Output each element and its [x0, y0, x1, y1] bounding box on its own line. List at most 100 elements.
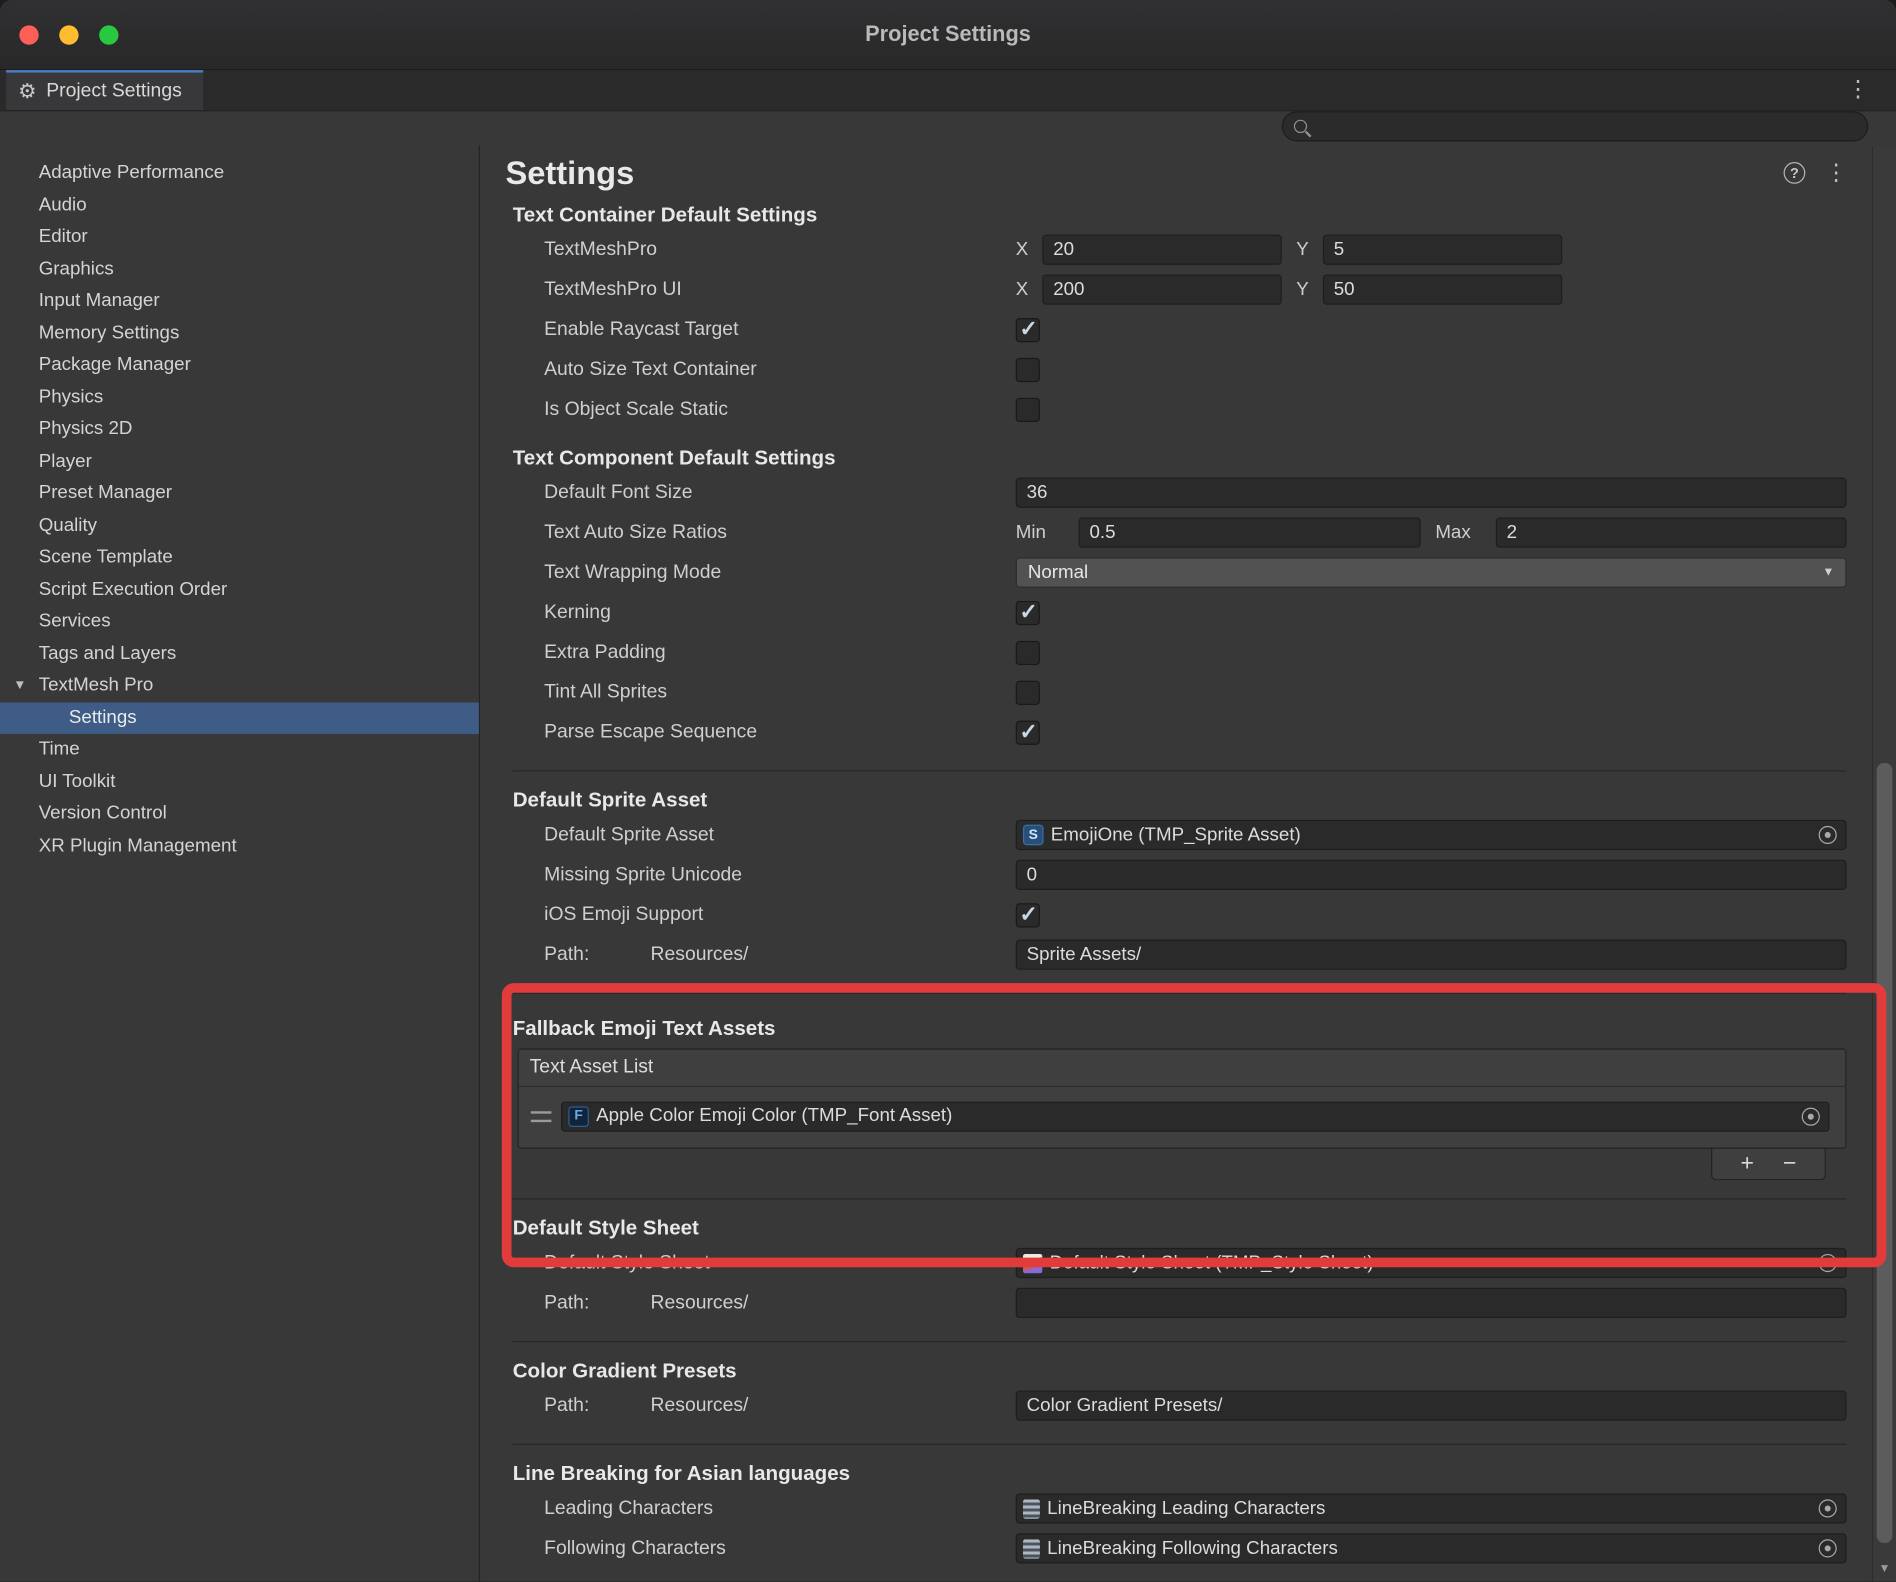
sidebar-item-graphics[interactable]: Graphics	[0, 253, 479, 285]
drag-handle-icon[interactable]	[531, 1111, 552, 1122]
sidebar-item-label: Input Manager	[39, 291, 160, 313]
auto-size-checkbox[interactable]	[1016, 357, 1040, 381]
leading-characters-object-field[interactable]: LineBreaking Leading Characters	[1016, 1493, 1847, 1523]
object-picker-icon[interactable]	[1819, 1254, 1837, 1272]
sidebar-item-ui-toolkit[interactable]: UI Toolkit	[0, 766, 479, 798]
section-header-text-container: Text Container Default Settings	[513, 201, 1847, 230]
sidebar-item-physics[interactable]: Physics	[0, 382, 479, 414]
y-value-field[interactable]: 5	[1323, 235, 1562, 265]
setting-row-text-auto-size-ratios: Text Auto Size Ratios Min 0.5 Max 2	[513, 513, 1847, 553]
gradient-path-field[interactable]: Color Gradient Presets/	[1016, 1391, 1847, 1421]
setting-label: Parse Escape Sequence	[544, 721, 757, 743]
missing-sprite-unicode-field[interactable]: 0	[1016, 860, 1847, 890]
scroll-down-icon[interactable]: ▼	[1873, 1562, 1896, 1575]
tab-project-settings[interactable]: ⚙ Project Settings	[6, 70, 203, 110]
parse-escape-checkbox[interactable]	[1016, 720, 1040, 744]
setting-label: Is Object Scale Static	[544, 398, 728, 420]
remove-item-button[interactable]: −	[1783, 1152, 1796, 1175]
sidebar-item-audio[interactable]: Audio	[0, 189, 479, 221]
enable-raycast-checkbox[interactable]	[1016, 317, 1040, 341]
setting-row-style-path: Path: Resources/	[513, 1283, 1847, 1323]
sidebar-item-memory-settings[interactable]: Memory Settings	[0, 317, 479, 349]
setting-row-missing-sprite-unicode: Missing Sprite Unicode 0	[513, 855, 1847, 895]
sidebar-item-services[interactable]: Services	[0, 606, 479, 638]
help-icon[interactable]: ?	[1784, 162, 1806, 184]
default-font-size-field[interactable]: 36	[1016, 478, 1847, 508]
style-path-field[interactable]	[1016, 1288, 1847, 1318]
object-value: LineBreaking Following Characters	[1047, 1537, 1338, 1559]
setting-label: Auto Size Text Container	[544, 359, 757, 381]
sidebar-item-settings[interactable]: Settings	[0, 702, 479, 734]
x-axis-label: X	[1016, 279, 1043, 301]
min-value-field[interactable]: 0.5	[1079, 518, 1421, 548]
object-picker-icon[interactable]	[1819, 826, 1837, 844]
setting-row-gradient-path: Path: Resources/ Color Gradient Presets/	[513, 1386, 1847, 1426]
sidebar-item-label: Version Control	[39, 803, 167, 825]
x-value-field[interactable]: 20	[1042, 235, 1281, 265]
sidebar-item-version-control[interactable]: Version Control	[0, 798, 479, 830]
object-scale-static-checkbox[interactable]	[1016, 397, 1040, 421]
sidebar-item-quality[interactable]: Quality	[0, 510, 479, 542]
y-value-field[interactable]: 50	[1323, 274, 1562, 304]
text-asset-icon	[1023, 1539, 1040, 1558]
tint-all-sprites-checkbox[interactable]	[1016, 680, 1040, 704]
text-asset-list-item[interactable]: F Apple Color Emoji Color (TMP_Font Asse…	[526, 1098, 1830, 1134]
object-picker-icon[interactable]	[1802, 1107, 1820, 1125]
vertical-scrollbar[interactable]: ▼	[1872, 146, 1896, 1581]
y-axis-label: Y	[1296, 279, 1323, 301]
object-value: EmojiOne (TMP_Sprite Asset)	[1051, 824, 1301, 846]
chevron-down-icon: ▼	[1822, 566, 1834, 579]
resources-label: Resources/	[651, 1395, 749, 1417]
setting-row-leading-characters: Leading Characters LineBreaking Leading …	[513, 1489, 1847, 1529]
fallback-emoji-section: Fallback Emoji Text Assets Text Asset Li…	[513, 1000, 1847, 1180]
sidebar-item-editor[interactable]: Editor	[0, 221, 479, 253]
sidebar-item-preset-manager[interactable]: Preset Manager	[0, 478, 479, 510]
max-label: Max	[1435, 522, 1495, 544]
section-divider	[513, 1444, 1847, 1445]
search-input[interactable]	[1282, 111, 1868, 141]
add-item-button[interactable]: +	[1741, 1152, 1754, 1175]
fallback-font-asset-object-field[interactable]: F Apple Color Emoji Color (TMP_Font Asse…	[561, 1101, 1829, 1131]
sidebar-item-adaptive-performance[interactable]: Adaptive Performance	[0, 157, 479, 189]
sidebar-item-time[interactable]: Time	[0, 734, 479, 766]
object-picker-icon[interactable]	[1819, 1539, 1837, 1557]
extra-padding-checkbox[interactable]	[1016, 640, 1040, 664]
sprite-path-field[interactable]: Sprite Assets/	[1016, 940, 1847, 970]
setting-row-ios-emoji-support: iOS Emoji Support	[513, 895, 1847, 935]
sidebar-item-input-manager[interactable]: Input Manager	[0, 285, 479, 317]
kerning-checkbox[interactable]	[1016, 600, 1040, 624]
main-panel: Settings ? ⋮ Text Container Default Sett…	[481, 145, 1862, 1568]
sidebar-item-tags-and-layers[interactable]: Tags and Layers	[0, 638, 479, 670]
gear-icon: ⚙	[18, 79, 36, 103]
tab-menu-icon[interactable]: ⋮	[1846, 70, 1896, 110]
sidebar-item-textmesh-pro[interactable]: ▼TextMesh Pro	[0, 670, 479, 702]
default-sprite-asset-object-field[interactable]: S EmojiOne (TMP_Sprite Asset)	[1016, 820, 1847, 850]
setting-row-sprite-path: Path: Resources/ Sprite Assets/	[513, 935, 1847, 975]
ios-emoji-checkbox[interactable]	[1016, 903, 1040, 927]
sidebar-item-label: Physics	[39, 387, 104, 409]
sidebar-item-player[interactable]: Player	[0, 446, 479, 478]
sidebar-item-label: Services	[39, 611, 111, 633]
max-value-field[interactable]: 2	[1496, 518, 1847, 548]
sidebar-item-package-manager[interactable]: Package Manager	[0, 349, 479, 381]
sidebar-item-physics-2d[interactable]: Physics 2D	[0, 414, 479, 446]
default-style-sheet-object-field[interactable]: Default Style Sheet (TMP_Style Sheet)	[1016, 1248, 1847, 1278]
sidebar-item-scene-template[interactable]: Scene Template	[0, 542, 479, 574]
sidebar-item-xr-plugin-management[interactable]: XR Plugin Management	[0, 830, 479, 862]
foldout-expanded-icon[interactable]: ▼	[13, 679, 38, 694]
scrollbar-thumb[interactable]	[1877, 763, 1893, 1543]
text-asset-list-header[interactable]: Text Asset List	[519, 1050, 1845, 1087]
setting-row-extra-padding: Extra Padding	[513, 632, 1847, 672]
titlebar: Project Settings	[0, 0, 1896, 70]
x-value-field[interactable]: 200	[1042, 274, 1281, 304]
sidebar-item-label: Preset Manager	[39, 483, 172, 505]
text-wrapping-mode-dropdown[interactable]: Normal ▼	[1016, 557, 1847, 587]
setting-row-textmeshpro: TextMeshPro X 20 Y 5	[513, 230, 1847, 270]
sidebar-item-script-execution-order[interactable]: Script Execution Order	[0, 574, 479, 606]
object-picker-icon[interactable]	[1819, 1499, 1837, 1517]
settings-menu-icon[interactable]: ⋮	[1825, 159, 1848, 187]
setting-label: Following Characters	[544, 1537, 726, 1559]
setting-label: Leading Characters	[544, 1498, 713, 1520]
setting-row-kerning: Kerning	[513, 593, 1847, 633]
following-characters-object-field[interactable]: LineBreaking Following Characters	[1016, 1533, 1847, 1563]
